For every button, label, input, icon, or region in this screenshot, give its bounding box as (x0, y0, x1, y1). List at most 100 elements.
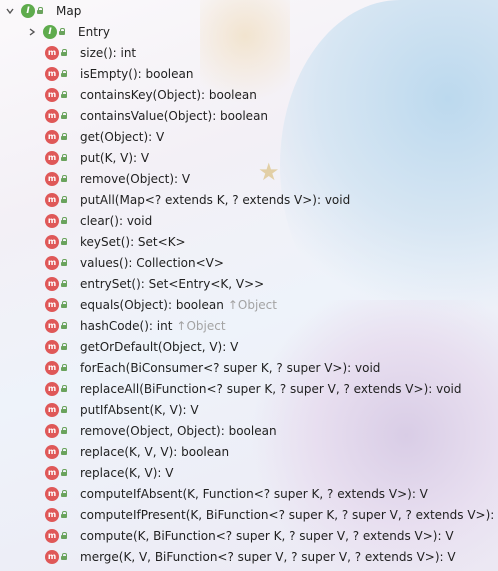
method-signature: containsValue(Object): boolean (80, 108, 269, 123)
inherited-from-label: ↑Object (227, 297, 277, 312)
method-signature: getOrDefault(Object, V): V (80, 339, 239, 354)
method-row[interactable]: m compute(K, BiFunction<? super K, ? supe… (0, 525, 498, 546)
lock-icon (61, 468, 68, 476)
lock-icon (61, 489, 68, 497)
method-icon: m (44, 66, 70, 82)
method-signature: compute(K, BiFunction<? super K, ? super… (80, 528, 454, 543)
method-row[interactable]: m clear(): void (0, 210, 498, 231)
method-icon: m (44, 45, 70, 61)
lock-icon (61, 195, 68, 203)
method-signature: put(K, V): V (80, 150, 150, 165)
lock-icon (61, 90, 68, 98)
method-row[interactable]: m size(): int (0, 42, 498, 63)
method-signature: values(): Collection<V> (80, 255, 224, 270)
method-icon: m (44, 171, 70, 187)
method-signature: isEmpty(): boolean (80, 66, 194, 81)
method-row[interactable]: m remove(Object, Object): boolean (0, 420, 498, 441)
method-signature: containsKey(Object): boolean (80, 87, 257, 102)
structure-tree[interactable]: I Map I Entry m size(): int m isEmpty(): bo… (0, 0, 498, 567)
method-icon: m (44, 528, 70, 544)
method-row[interactable]: m put(K, V): V (0, 147, 498, 168)
method-signature: hashCode(): int (80, 318, 173, 333)
method-icon: m (44, 423, 70, 439)
inherited-from-label: ↑Object (176, 318, 226, 333)
method-icon: m (44, 444, 70, 460)
method-signature: putIfAbsent(K, V): V (80, 402, 199, 417)
method-signature: clear(): void (80, 213, 153, 228)
lock-icon (61, 111, 68, 119)
lock-icon (59, 27, 66, 35)
lock-icon (61, 237, 68, 245)
chevron-down-icon[interactable] (0, 1, 20, 21)
method-row[interactable]: m replace(K, V, V): boolean (0, 441, 498, 462)
tree-node-label: Entry (78, 24, 110, 39)
lock-icon (37, 6, 44, 14)
method-row[interactable]: m keySet(): Set<K> (0, 231, 498, 252)
method-row[interactable]: m replaceAll(BiFunction<? super K, ? supe… (0, 378, 498, 399)
method-icon: m (44, 360, 70, 376)
method-icon: m (44, 108, 70, 124)
method-icon: m (44, 213, 70, 229)
lock-icon (61, 216, 68, 224)
chevron-right-icon[interactable] (22, 22, 42, 42)
lock-icon (61, 363, 68, 371)
lock-icon (61, 132, 68, 140)
method-row[interactable]: m containsKey(Object): boolean (0, 84, 498, 105)
tree-node-entry[interactable]: I Entry (0, 21, 498, 42)
method-signature: replace(K, V): V (80, 465, 174, 480)
method-icon: m (44, 318, 70, 334)
method-icon: m (44, 234, 70, 250)
lock-icon (61, 300, 68, 308)
method-icon: m (44, 276, 70, 292)
method-row[interactable]: m replace(K, V): V (0, 462, 498, 483)
tree-root-label: Map (56, 3, 82, 18)
method-row[interactable]: m merge(K, V, BiFunction<? super V, ? sup… (0, 546, 498, 567)
lock-icon (61, 69, 68, 77)
lock-icon (61, 279, 68, 287)
method-icon: m (44, 87, 70, 103)
method-icon: m (44, 129, 70, 145)
tree-root-map[interactable]: I Map (0, 0, 498, 21)
method-icon: m (44, 255, 70, 271)
method-row[interactable]: m putIfAbsent(K, V): V (0, 399, 498, 420)
method-row[interactable]: m remove(Object): V (0, 168, 498, 189)
lock-icon (61, 384, 68, 392)
method-row[interactable]: m computeIfAbsent(K, Function<? super K, … (0, 483, 498, 504)
method-icon: m (44, 486, 70, 502)
method-icon: m (44, 381, 70, 397)
method-signature: replaceAll(BiFunction<? super K, ? super… (80, 381, 462, 396)
method-icon: m (44, 549, 70, 565)
method-icon: m (44, 192, 70, 208)
method-signature: merge(K, V, BiFunction<? super V, ? supe… (80, 549, 456, 564)
method-row[interactable]: m hashCode(): int ↑Object (0, 315, 498, 336)
method-row[interactable]: m computeIfPresent(K, BiFunction<? super … (0, 504, 498, 525)
lock-icon (61, 531, 68, 539)
method-row[interactable]: m equals(Object): boolean ↑Object (0, 294, 498, 315)
method-signature: keySet(): Set<K> (80, 234, 186, 249)
method-signature: entrySet(): Set<Entry<K, V>> (80, 276, 265, 291)
method-signature: get(Object): V (80, 129, 165, 144)
interface-icon: I (42, 24, 68, 40)
interface-icon: I (20, 3, 46, 19)
lock-icon (61, 342, 68, 350)
lock-icon (61, 258, 68, 266)
method-row[interactable]: m putAll(Map<? extends K, ? extends V>): … (0, 189, 498, 210)
method-row[interactable]: m get(Object): V (0, 126, 498, 147)
method-icon: m (44, 402, 70, 418)
method-row[interactable]: m isEmpty(): boolean (0, 63, 498, 84)
lock-icon (61, 426, 68, 434)
lock-icon (61, 153, 68, 161)
method-row[interactable]: m containsValue(Object): boolean (0, 105, 498, 126)
method-icon: m (44, 150, 70, 166)
method-row[interactable]: m getOrDefault(Object, V): V (0, 336, 498, 357)
method-signature: equals(Object): boolean (80, 297, 224, 312)
lock-icon (61, 174, 68, 182)
lock-icon (61, 447, 68, 455)
method-row[interactable]: m forEach(BiConsumer<? super K, ? super V… (0, 357, 498, 378)
method-signature: computeIfAbsent(K, Function<? super K, ?… (80, 486, 428, 501)
lock-icon (61, 321, 68, 329)
lock-icon (61, 48, 68, 56)
method-row[interactable]: m entrySet(): Set<Entry<K, V>> (0, 273, 498, 294)
method-row[interactable]: m values(): Collection<V> (0, 252, 498, 273)
lock-icon (61, 552, 68, 560)
